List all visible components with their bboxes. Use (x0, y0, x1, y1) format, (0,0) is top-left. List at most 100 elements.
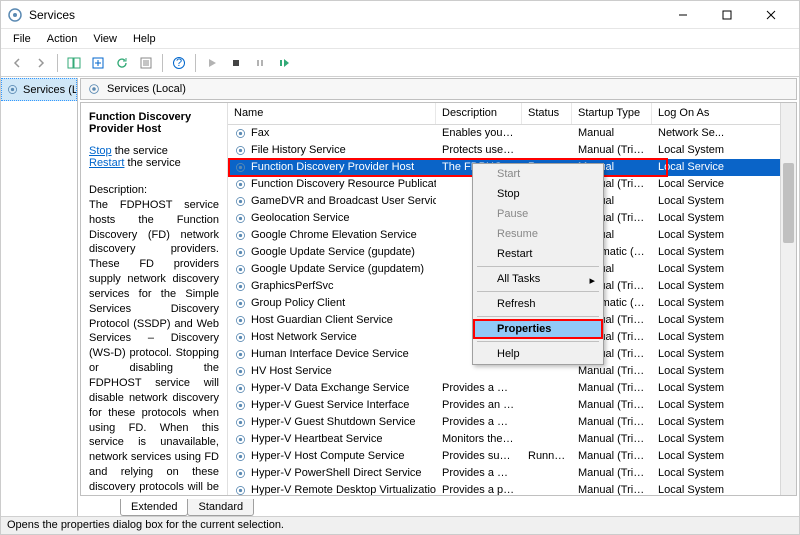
service-startup: Manual (Trigg... (572, 414, 652, 431)
vertical-scrollbar[interactable] (780, 103, 796, 495)
ctx-pause[interactable]: Pause (473, 204, 603, 224)
service-name: Group Policy Client (251, 295, 345, 312)
gear-icon (234, 229, 247, 242)
ctx-help[interactable]: Help (473, 344, 603, 364)
table-row[interactable]: FaxEnables you to ...ManualNetwork Se... (228, 125, 796, 142)
service-description: Provides a mec... (436, 414, 522, 431)
service-name: Host Guardian Client Service (251, 312, 393, 329)
close-button[interactable] (749, 1, 793, 29)
gear-icon (234, 246, 247, 259)
stop-service-link[interactable]: Stop (89, 145, 112, 157)
ctx-resume[interactable]: Resume (473, 224, 603, 244)
col-header-logon[interactable]: Log On As (652, 103, 796, 124)
service-startup: Manual (Trigg... (572, 397, 652, 414)
service-description: Monitors the st... (436, 431, 522, 448)
toolbar-separator (57, 54, 58, 72)
minimize-button[interactable] (661, 1, 705, 29)
service-status (522, 465, 572, 482)
service-logon: Local Service (652, 176, 796, 193)
table-row[interactable]: Hyper-V Heartbeat ServiceMonitors the st… (228, 431, 796, 448)
service-name: Geolocation Service (251, 210, 349, 227)
refresh-button[interactable] (111, 52, 133, 74)
service-status (522, 363, 572, 380)
table-row[interactable]: Hyper-V Remote Desktop Virtualization Se… (228, 482, 796, 495)
table-row[interactable]: Hyper-V Host Compute ServiceProvides sup… (228, 448, 796, 465)
table-row[interactable]: HV Host ServiceManual (Trigg...Local Sys… (228, 363, 796, 380)
gear-icon (87, 82, 101, 96)
ctx-properties[interactable]: Properties (473, 319, 603, 339)
forward-button[interactable] (30, 52, 52, 74)
table-row[interactable]: Hyper-V PowerShell Direct Service Provide… (228, 465, 796, 482)
service-logon: Local System (652, 261, 796, 278)
service-name: Fax (251, 125, 269, 142)
gear-icon (6, 83, 19, 96)
service-logon: Local System (652, 465, 796, 482)
pane-header-label: Services (Local) (107, 83, 186, 95)
pane-header: Services (Local) (80, 78, 797, 100)
gear-icon (234, 314, 247, 327)
table-row[interactable]: Hyper-V Guest Service InterfaceProvides … (228, 397, 796, 414)
table-row[interactable]: Hyper-V Guest Shutdown ServiceProvides a… (228, 414, 796, 431)
col-header-name[interactable]: Name (228, 103, 436, 124)
properties-button[interactable] (135, 52, 157, 74)
service-name: HV Host Service (251, 363, 332, 380)
ctx-refresh[interactable]: Refresh (473, 294, 603, 314)
service-startup: Manual (572, 125, 652, 142)
help-button[interactable]: ? (168, 52, 190, 74)
pause-service-button[interactable] (249, 52, 271, 74)
service-name: Hyper-V PowerShell Direct Service (251, 465, 422, 482)
service-description: Provides a mec... (436, 465, 522, 482)
show-hide-tree-button[interactable] (63, 52, 85, 74)
service-logon: Local System (652, 227, 796, 244)
tree-node-services-local[interactable]: Services (Local (1, 78, 77, 101)
window-title: Services (29, 8, 661, 22)
menu-view[interactable]: View (85, 31, 125, 47)
service-description (436, 363, 522, 380)
gear-icon (234, 331, 247, 344)
service-logon: Local System (652, 363, 796, 380)
service-logon: Local System (652, 142, 796, 159)
service-logon: Local System (652, 312, 796, 329)
tab-standard[interactable]: Standard (187, 499, 254, 516)
service-description: Protects user fil... (436, 142, 522, 159)
ctx-start[interactable]: Start (473, 164, 603, 184)
menu-action[interactable]: Action (39, 31, 86, 47)
back-button[interactable] (6, 52, 28, 74)
service-logon: Local System (652, 414, 796, 431)
service-name: Human Interface Device Service (251, 346, 409, 363)
ctx-restart[interactable]: Restart (473, 244, 603, 264)
table-row[interactable]: File History ServiceProtects user fil...… (228, 142, 796, 159)
export-button[interactable] (87, 52, 109, 74)
service-description: Provides a platf... (436, 482, 522, 495)
col-header-description[interactable]: Description (436, 103, 522, 124)
service-name: Hyper-V Data Exchange Service (251, 380, 409, 397)
service-logon: Local System (652, 278, 796, 295)
service-status (522, 482, 572, 495)
service-name: Function Discovery Resource Publication (251, 176, 436, 193)
gear-icon (234, 144, 247, 157)
col-header-status[interactable]: Status (522, 103, 572, 124)
tab-extended[interactable]: Extended (120, 499, 188, 516)
service-status: Running (522, 448, 572, 465)
service-status (522, 142, 572, 159)
col-header-startup[interactable]: Startup Type (572, 103, 652, 124)
context-menu: Start Stop Pause Resume Restart All Task… (472, 163, 604, 365)
ctx-stop[interactable]: Stop (473, 184, 603, 204)
restart-service-button[interactable] (273, 52, 295, 74)
stop-service-button[interactable] (225, 52, 247, 74)
table-row[interactable]: Hyper-V Data Exchange ServiceProvides a … (228, 380, 796, 397)
list-header: Name Description Status Startup Type Log… (228, 103, 796, 125)
menu-help[interactable]: Help (125, 31, 164, 47)
restart-service-link[interactable]: Restart (89, 157, 124, 169)
svg-text:?: ? (176, 57, 182, 69)
tree-pane: Services (Local (1, 78, 78, 516)
maximize-button[interactable] (705, 1, 749, 29)
menu-file[interactable]: File (5, 31, 39, 47)
start-service-button[interactable] (201, 52, 223, 74)
ctx-all-tasks[interactable]: All Tasks▸ (473, 269, 603, 289)
ctx-separator (477, 266, 599, 267)
service-description: Provides an int... (436, 397, 522, 414)
service-startup: Manual (Trigg... (572, 465, 652, 482)
gear-icon (234, 365, 247, 378)
scrollbar-thumb[interactable] (783, 163, 794, 243)
